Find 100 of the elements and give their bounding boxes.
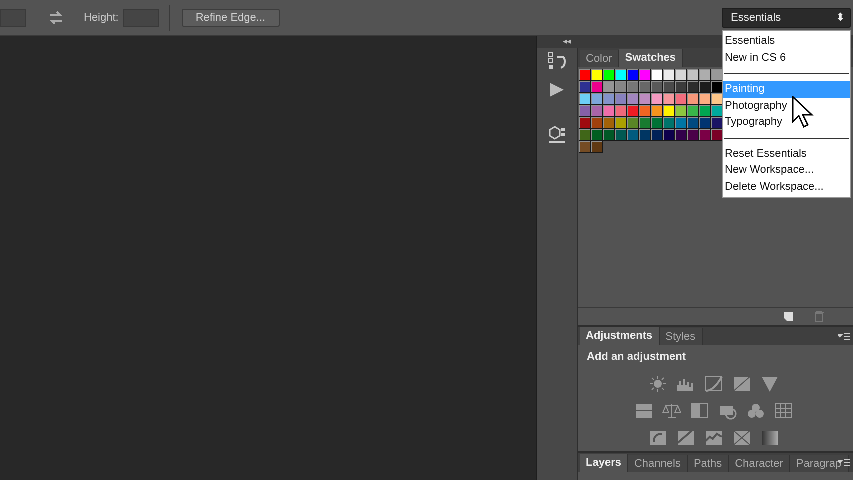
menu-item[interactable]: New in CS 6 <box>723 50 850 66</box>
color-swatch[interactable] <box>663 117 675 129</box>
color-swatch[interactable] <box>639 129 651 141</box>
color-swatch[interactable] <box>639 81 651 93</box>
color-swatch[interactable] <box>615 81 627 93</box>
color-swatch[interactable] <box>627 69 639 81</box>
color-swatch[interactable] <box>639 93 651 105</box>
color-swatch[interactable] <box>603 81 615 93</box>
color-swatch[interactable] <box>615 69 627 81</box>
color-swatch[interactable] <box>663 93 675 105</box>
refine-edge-button[interactable]: Refine Edge... <box>182 8 280 26</box>
color-swatch[interactable] <box>687 93 699 105</box>
color-swatch[interactable] <box>699 117 711 129</box>
menu-item[interactable]: Typography <box>723 114 850 130</box>
color-swatch[interactable] <box>591 117 603 129</box>
color-swatch[interactable] <box>579 93 591 105</box>
color-swatch[interactable] <box>579 81 591 93</box>
curves-icon[interactable] <box>704 375 724 394</box>
color-swatch[interactable] <box>687 69 699 81</box>
menu-item[interactable]: Reset Essentials <box>723 146 850 162</box>
color-swatch[interactable] <box>603 93 615 105</box>
color-swatch[interactable] <box>627 93 639 105</box>
color-swatch[interactable] <box>663 69 675 81</box>
color-swatch[interactable] <box>699 69 711 81</box>
panel-tab[interactable]: Color <box>580 50 620 67</box>
color-swatch[interactable] <box>663 105 675 117</box>
height-field[interactable] <box>122 8 159 26</box>
bars-icon[interactable] <box>634 402 654 420</box>
color-swatch[interactable] <box>651 81 663 93</box>
color-swatch[interactable] <box>579 105 591 117</box>
color-swatch[interactable] <box>627 129 639 141</box>
color-swatch[interactable] <box>627 81 639 93</box>
color-swatch[interactable] <box>651 129 663 141</box>
play-icon[interactable] <box>549 82 565 98</box>
circles-icon[interactable] <box>746 402 766 420</box>
menu-item[interactable]: Delete Workspace... <box>723 178 850 195</box>
panel-tab[interactable]: Layers <box>580 454 628 472</box>
grid-icon[interactable] <box>774 402 794 420</box>
color-swatch[interactable] <box>591 141 603 153</box>
color-swatch[interactable] <box>711 117 723 129</box>
panel-tab[interactable]: Styles <box>660 328 703 346</box>
half-square-icon[interactable] <box>690 402 710 420</box>
scales-icon[interactable] <box>662 402 682 420</box>
color-swatch[interactable] <box>615 105 627 117</box>
color-swatch[interactable] <box>711 81 723 93</box>
color-swatch[interactable] <box>699 129 711 141</box>
color-swatch[interactable] <box>639 117 651 129</box>
cube-icon[interactable] <box>548 126 566 144</box>
color-swatch[interactable] <box>651 69 663 81</box>
color-swatch[interactable] <box>579 69 591 81</box>
color-swatch[interactable] <box>699 93 711 105</box>
color-swatch[interactable] <box>579 117 591 129</box>
color-swatch[interactable] <box>651 117 663 129</box>
color-swatch[interactable] <box>711 105 723 117</box>
new-swatch-icon[interactable] <box>783 311 794 322</box>
color-swatch[interactable] <box>699 81 711 93</box>
color-swatch[interactable] <box>603 117 615 129</box>
color-swatch[interactable] <box>699 105 711 117</box>
color-swatch[interactable] <box>687 117 699 129</box>
history-icon[interactable] <box>548 52 566 70</box>
color-swatch[interactable] <box>675 69 687 81</box>
color-swatch[interactable] <box>675 105 687 117</box>
swap-icon[interactable] <box>48 10 64 24</box>
color-swatch[interactable] <box>591 93 603 105</box>
panel-tab[interactable]: Channels <box>628 455 688 472</box>
color-swatch[interactable] <box>615 129 627 141</box>
color-swatch[interactable] <box>651 105 663 117</box>
color-swatch[interactable] <box>675 93 687 105</box>
color-swatch[interactable] <box>639 69 651 81</box>
collapse-toggle[interactable]: ◂◂ <box>563 38 571 46</box>
color-swatch[interactable] <box>627 105 639 117</box>
color-swatch[interactable] <box>687 105 699 117</box>
color-swatch[interactable] <box>663 81 675 93</box>
color-swatch[interactable] <box>627 117 639 129</box>
color-swatch[interactable] <box>579 129 591 141</box>
color-swatch[interactable] <box>591 81 603 93</box>
triangle-icon[interactable] <box>760 375 780 394</box>
color-swatch[interactable] <box>603 69 615 81</box>
color-swatch[interactable] <box>675 129 687 141</box>
workspace-select[interactable]: Essentials ⬍ <box>722 8 851 28</box>
color-swatch[interactable] <box>663 129 675 141</box>
panel-tab[interactable]: Character <box>729 455 790 472</box>
color-swatch[interactable] <box>591 105 603 117</box>
color-swatch[interactable] <box>711 93 723 105</box>
panel-tab[interactable]: Paths <box>688 455 730 472</box>
menu-item[interactable]: New Workspace... <box>723 162 850 178</box>
gradient-icon[interactable] <box>760 428 780 447</box>
color-swatch[interactable] <box>591 69 603 81</box>
color-swatch[interactable] <box>687 81 699 93</box>
width-field[interactable] <box>0 8 26 26</box>
color-swatch[interactable] <box>711 129 723 141</box>
color-swatch[interactable] <box>687 129 699 141</box>
color-swatch[interactable] <box>639 105 651 117</box>
color-swatch[interactable] <box>591 129 603 141</box>
color-swatch[interactable] <box>603 105 615 117</box>
menu-item[interactable]: Photography <box>723 98 850 114</box>
color-swatch[interactable] <box>615 93 627 105</box>
panel-menu-icon[interactable] <box>838 333 850 341</box>
color-swatch[interactable] <box>603 129 615 141</box>
color-swatch[interactable] <box>579 141 591 153</box>
